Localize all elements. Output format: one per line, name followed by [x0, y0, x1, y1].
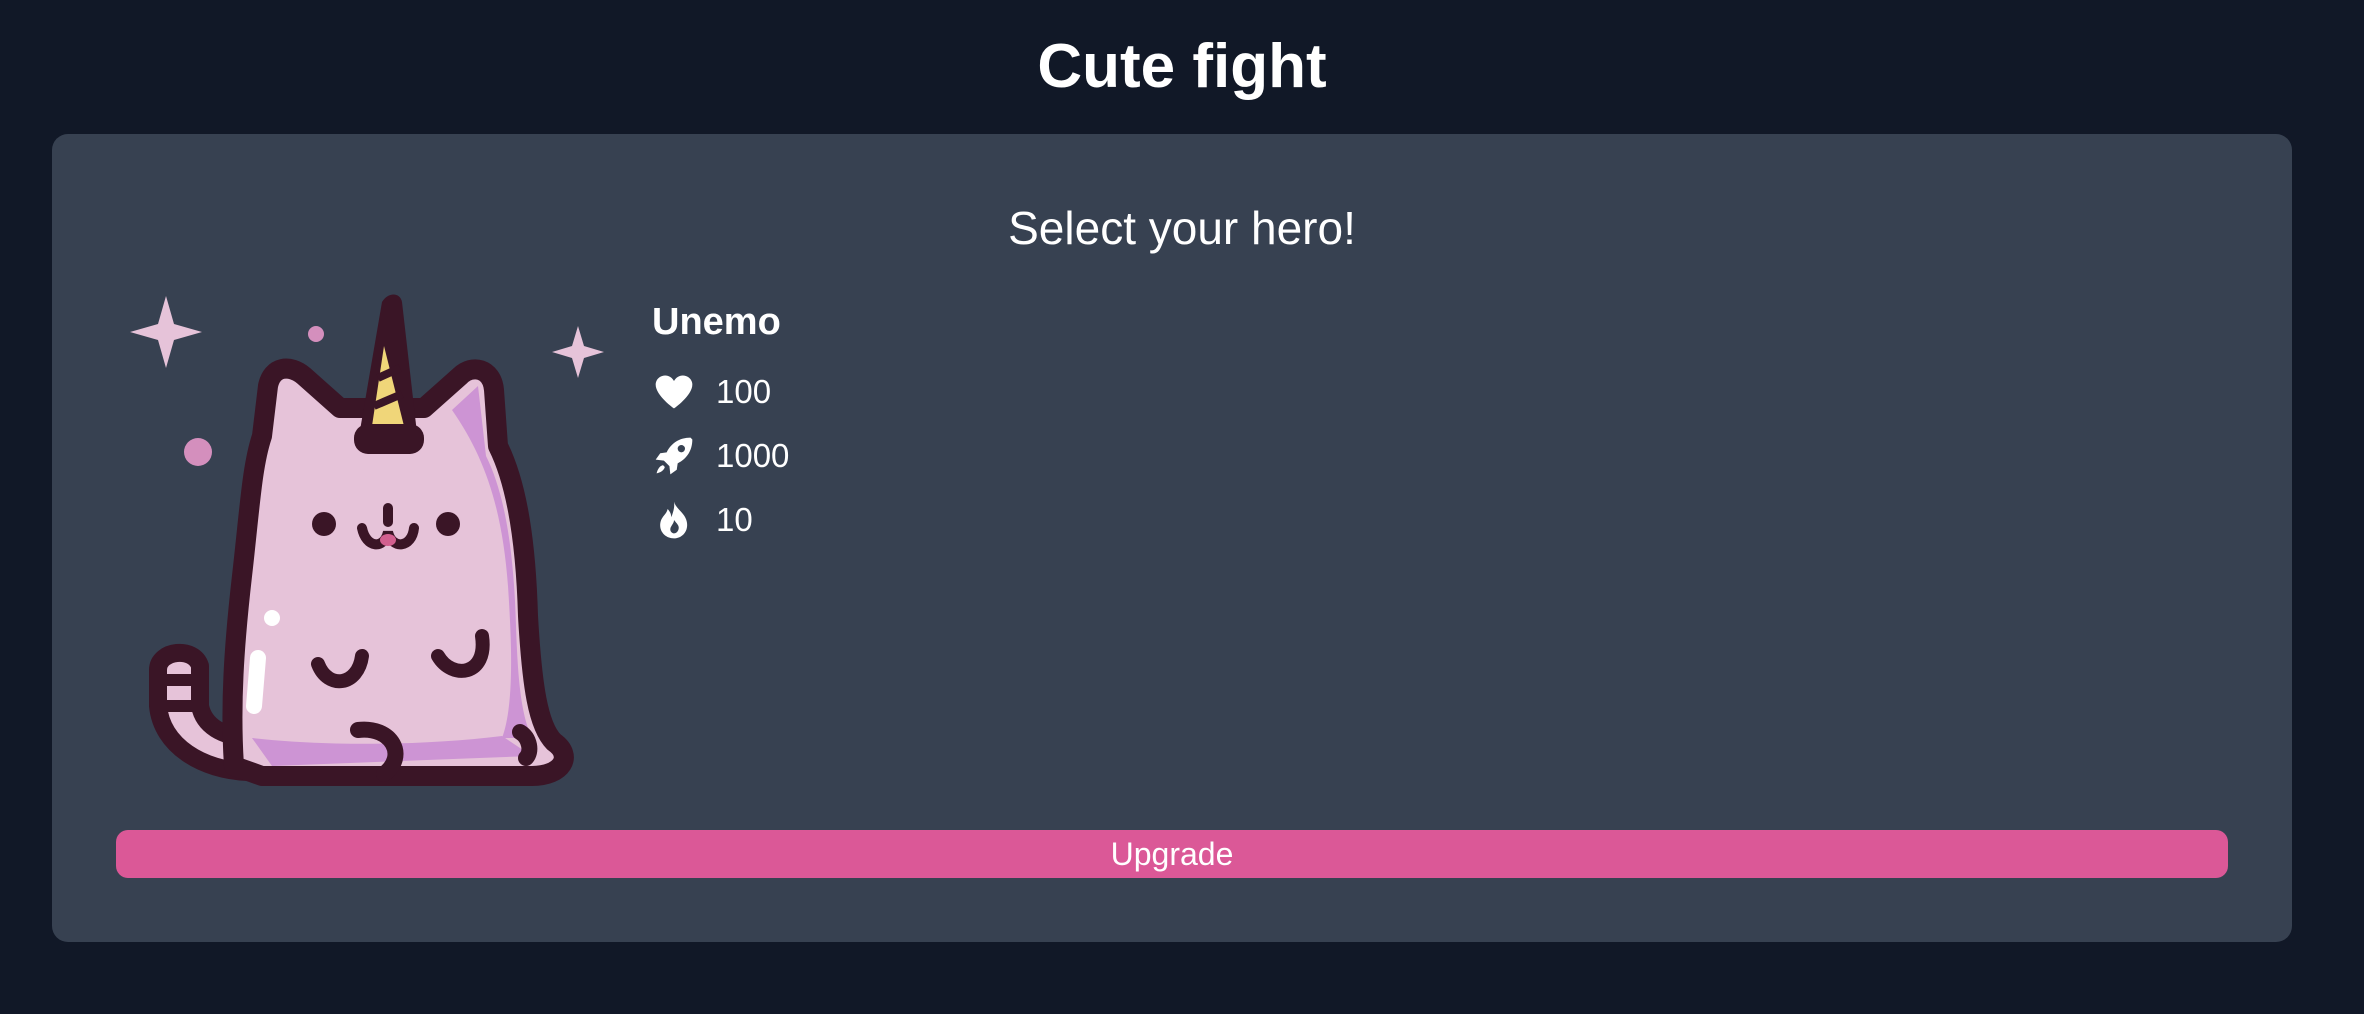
speed-value: 1000 — [716, 437, 790, 474]
sparkle-icon — [130, 296, 202, 368]
sparkle-icon — [552, 326, 604, 378]
hero-card[interactable] — [122, 286, 622, 806]
attack-value: 10 — [716, 501, 753, 538]
stat-speed: 1000 — [652, 424, 789, 488]
health-value: 100 — [716, 373, 772, 410]
fire-icon — [652, 498, 696, 542]
stat-health: 100 — [652, 360, 789, 424]
hero-info: Unemo 100 1000 10 — [652, 296, 789, 552]
app-title: Cute fight — [1037, 32, 1327, 101]
upgrade-button[interactable]: Upgrade — [116, 830, 2228, 878]
unicorn-cat-illustration — [130, 294, 604, 786]
heart-icon — [652, 370, 696, 414]
hero-select-heading: Select your hero! — [1008, 202, 1356, 254]
stat-attack: 10 — [652, 488, 789, 552]
app-root: Cute fight Select your hero! Unemo 100 1… — [0, 0, 2364, 1014]
hero-name: Unemo — [652, 301, 781, 343]
rocket-icon — [652, 434, 696, 478]
